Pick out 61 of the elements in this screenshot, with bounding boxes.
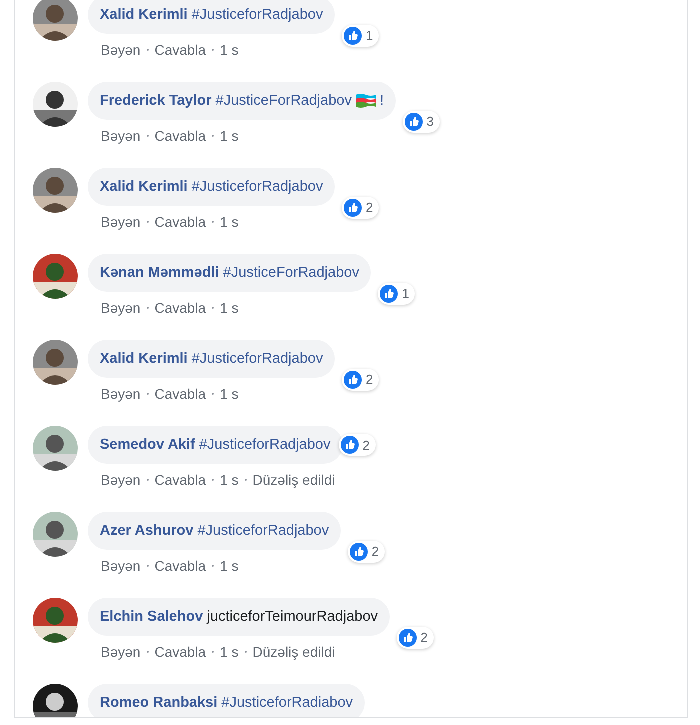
comment-action-link[interactable]: Bəyən <box>101 128 141 144</box>
comment-meta: 1 s <box>220 214 239 230</box>
comment-action-link[interactable]: Bəyən <box>101 386 141 402</box>
comment-action-link[interactable]: Bəyən <box>101 214 141 230</box>
comment-text: #JusticeForRadjabov <box>216 92 352 110</box>
comment-author[interactable]: Elchin Salehov <box>100 608 204 626</box>
comment-author[interactable]: Semedov Akif <box>100 436 196 454</box>
like-icon <box>404 113 423 131</box>
comment-text: ! <box>380 92 384 110</box>
comment-action-link[interactable]: Cavabla <box>154 128 206 144</box>
comment-action-link[interactable]: Cavabla <box>154 472 206 488</box>
comment-action-link[interactable]: Cavabla <box>154 386 206 402</box>
like-icon <box>398 629 417 647</box>
reaction-count[interactable]: 2 <box>338 434 376 456</box>
comment-meta: 1 s <box>220 472 239 488</box>
comment-text: #JusticeforRadjabov <box>192 350 324 368</box>
reaction-count[interactable]: 2 <box>342 369 380 391</box>
comment-action-link[interactable]: Bəyən <box>101 558 141 574</box>
comment-meta: 1 s <box>220 558 239 574</box>
like-icon <box>380 285 398 303</box>
like-icon <box>350 543 368 561</box>
comment-text: #JusticeforRadjabov <box>199 436 331 454</box>
comment-meta: Düzəliş edildi <box>252 644 336 660</box>
like-icon <box>344 199 362 217</box>
comment-meta: 1 s <box>220 644 239 660</box>
comment-action-link[interactable]: Cavabla <box>154 42 206 58</box>
comment-author[interactable]: Kənan Məmmədli <box>100 264 220 282</box>
comment-text: #JusticeforRadjabov <box>198 522 330 540</box>
comment-author[interactable]: Xalid Kerimli <box>100 350 188 368</box>
comment-meta: Düzəliş edildi <box>252 472 336 488</box>
reaction-count[interactable]: 2 <box>396 627 434 649</box>
like-icon <box>344 27 362 45</box>
like-icon <box>340 436 359 454</box>
comment-action-link[interactable]: Cavabla <box>154 558 206 574</box>
reaction-count[interactable]: 1 <box>378 283 416 305</box>
comment-author[interactable]: Romeo Ranbaksi <box>100 694 218 712</box>
comment-author[interactable]: Xalid Kerimli <box>100 178 188 196</box>
comment-author[interactable]: Frederick Taylor <box>100 92 212 110</box>
comment-action-link[interactable]: Bəyən <box>101 472 141 488</box>
comment-text: #JusticeforRadjabov <box>192 6 324 24</box>
comment-meta: 1 s <box>220 300 239 316</box>
like-icon <box>344 371 362 389</box>
comment-action-link[interactable]: Cavabla <box>154 214 206 230</box>
comment-meta: 1 s <box>220 128 239 144</box>
reaction-count[interactable]: 2 <box>342 197 380 219</box>
comment-meta: 1 s <box>220 386 239 402</box>
comment-action-link[interactable]: Bəyən <box>101 300 141 316</box>
comment-text: #JusticeForRadjabov <box>223 264 360 282</box>
comment-author[interactable]: Azer Ashurov <box>100 522 194 540</box>
comment-action-link[interactable]: Cavabla <box>154 300 206 316</box>
reaction-count[interactable]: 1 <box>342 25 380 47</box>
comment-text: #JusticeforRadjabov <box>192 178 324 196</box>
comment-meta: 1 s <box>220 42 239 58</box>
comment-author[interactable]: Xalid Kerimli <box>100 6 188 24</box>
comment-text: jucticeforTeimourRadjabov <box>207 608 378 626</box>
reaction-count[interactable]: 3 <box>402 111 440 133</box>
comment-action-link[interactable]: Bəyən <box>101 644 141 660</box>
comment-action-link[interactable]: Bəyən <box>101 42 141 58</box>
comment-text: #JusticeforRadiabov <box>222 694 354 712</box>
comment-action-link[interactable]: Cavabla <box>154 644 206 660</box>
reaction-count[interactable]: 2 <box>348 541 386 563</box>
